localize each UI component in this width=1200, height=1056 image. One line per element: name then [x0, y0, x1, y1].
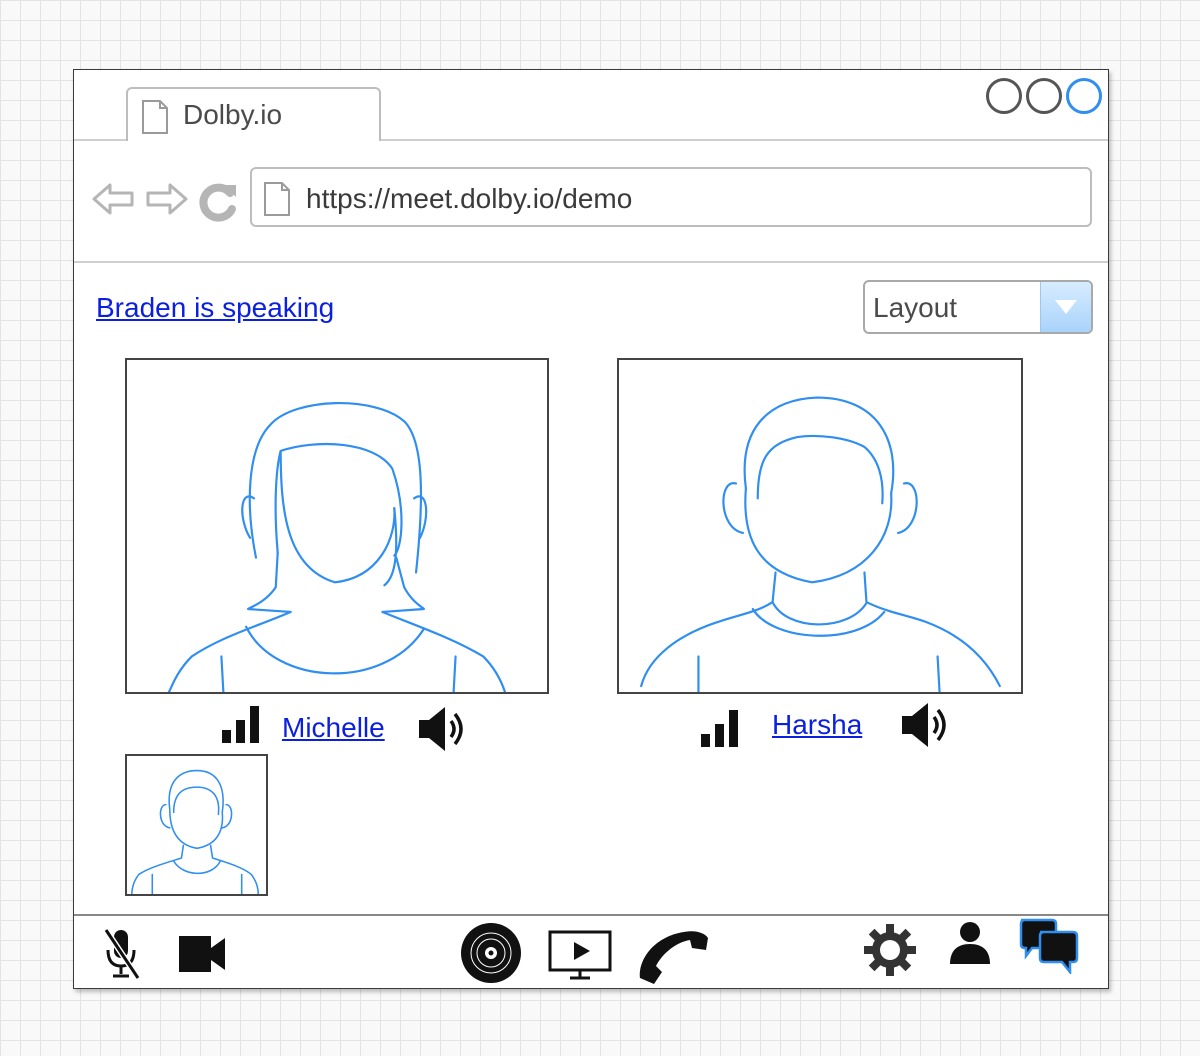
url-text: https://meet.dolby.io/demo: [306, 183, 633, 214]
speaker-icon[interactable]: [417, 704, 471, 759]
signal-bars-icon: [699, 706, 741, 753]
navigation-bar: https://meet.dolby.io/demo: [74, 141, 1108, 263]
person-avatar-icon: [131, 769, 259, 894]
record-disc-icon[interactable]: [460, 922, 522, 989]
browser-tab[interactable]: Dolby.io: [126, 87, 381, 141]
screen-share-icon[interactable]: [548, 930, 612, 987]
self-view-video[interactable]: [125, 754, 268, 896]
chevron-down-icon: [1040, 282, 1091, 332]
layout-dropdown-value: Layout: [873, 292, 958, 323]
reload-icon[interactable]: [196, 181, 240, 230]
settings-gear-icon[interactable]: [862, 922, 918, 983]
address-bar[interactable]: https://meet.dolby.io/demo: [250, 167, 1092, 227]
participant-video-harsha[interactable]: [617, 358, 1023, 694]
person-icon[interactable]: [948, 920, 992, 971]
back-arrow-icon[interactable]: [92, 181, 136, 222]
window-controls: [986, 78, 1102, 114]
video-camera-icon[interactable]: [178, 934, 226, 979]
page-icon: [140, 99, 170, 140]
tab-title: Dolby.io: [183, 99, 283, 130]
mic-muted-icon[interactable]: [102, 926, 142, 987]
participant-name-harsha[interactable]: Harsha: [772, 709, 862, 741]
chat-icon[interactable]: [1018, 916, 1080, 979]
forward-arrow-icon[interactable]: [144, 181, 188, 222]
speaker-icon[interactable]: [900, 700, 954, 755]
toolbar-divider: [74, 914, 1108, 916]
hang-up-phone-icon[interactable]: [636, 928, 710, 991]
signal-bars-icon: [220, 702, 262, 749]
speaking-status-link[interactable]: Braden is speaking: [96, 292, 334, 324]
participant-video-michelle[interactable]: [125, 358, 549, 694]
minimize-icon[interactable]: [986, 78, 1022, 114]
maximize-icon[interactable]: [1026, 78, 1062, 114]
browser-window: Dolby.io https://meet.dolby.io/demo Brad…: [73, 69, 1109, 989]
male-avatar-icon: [640, 396, 1001, 692]
layout-dropdown[interactable]: Layout: [863, 280, 1093, 334]
close-icon[interactable]: [1066, 78, 1102, 114]
participant-name-michelle[interactable]: Michelle: [282, 712, 385, 744]
page-icon: [262, 181, 292, 222]
female-avatar-icon: [167, 401, 507, 692]
